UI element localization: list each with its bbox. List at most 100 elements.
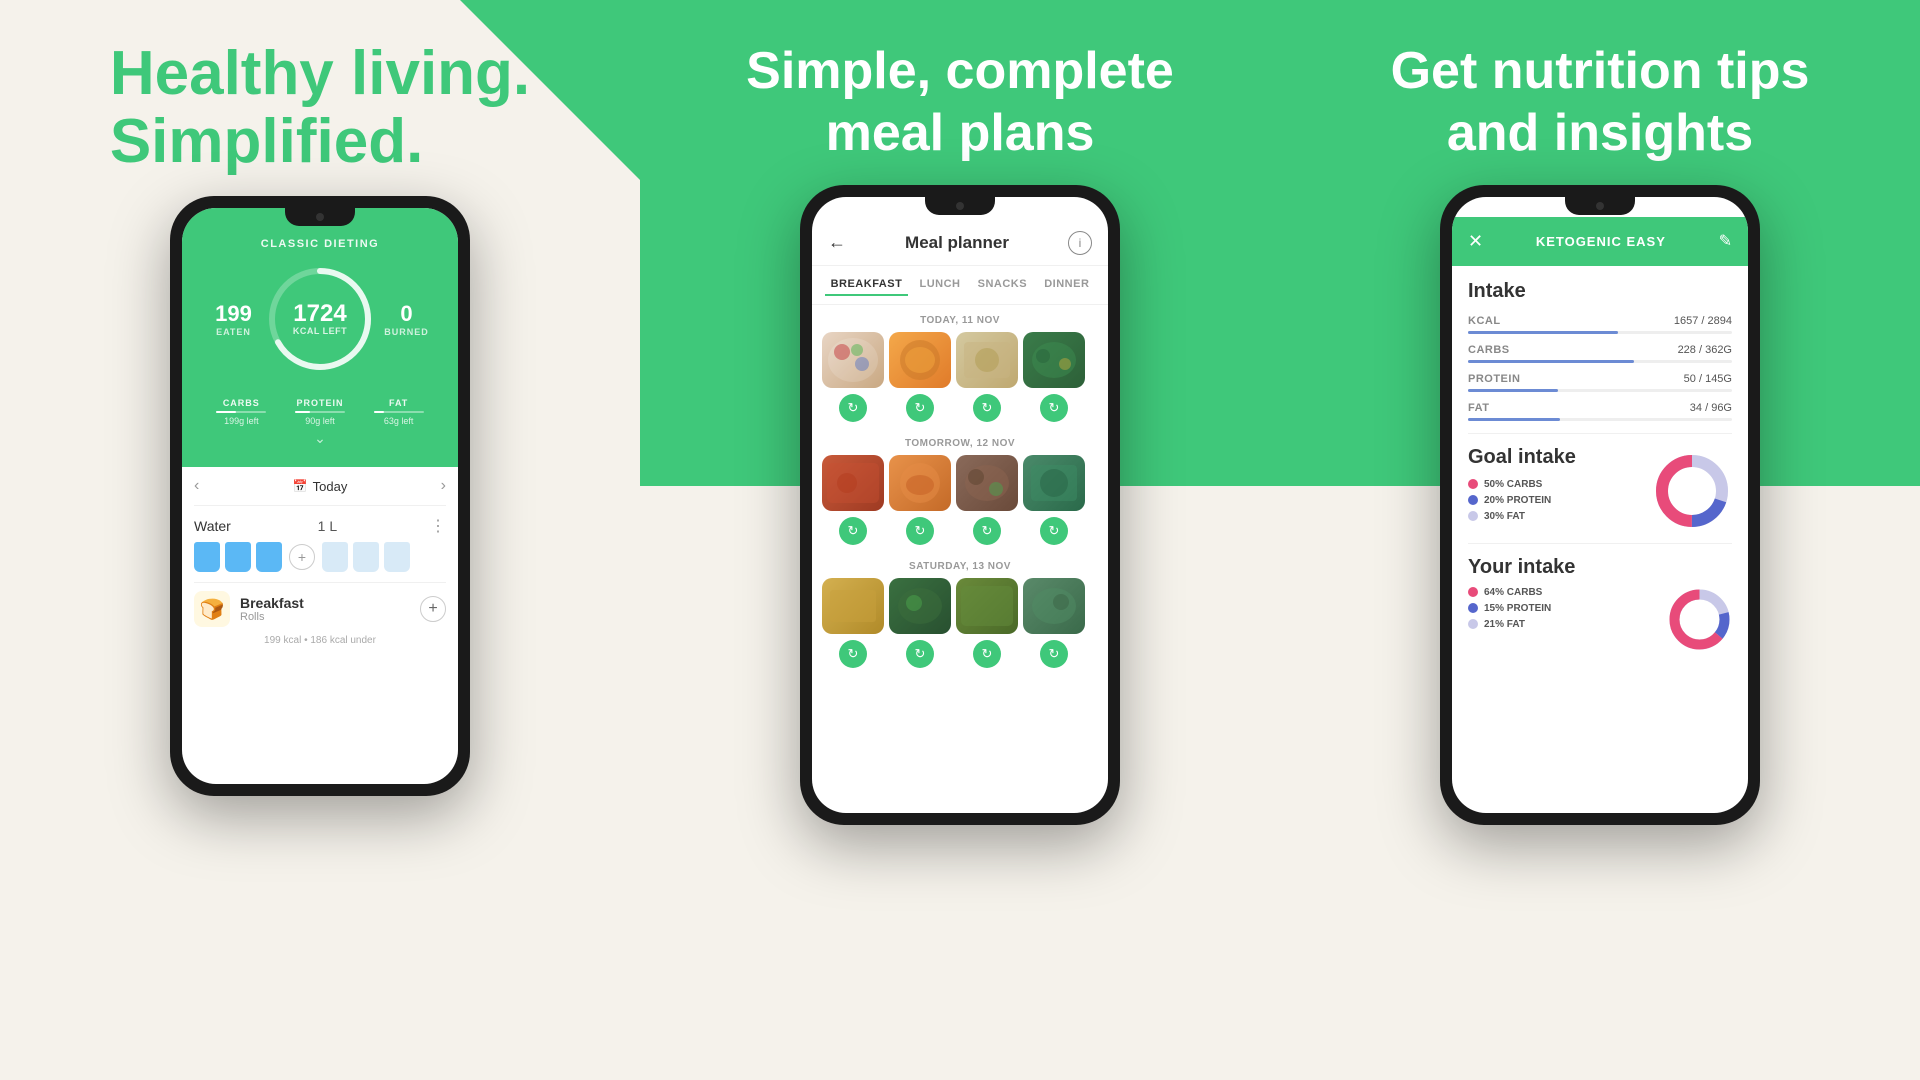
goal-carbs-dot bbox=[1468, 479, 1478, 489]
meal-thumb-10 bbox=[889, 578, 951, 634]
goal-donut-chart bbox=[1652, 451, 1732, 531]
macro-fat-name: FAT bbox=[374, 398, 424, 408]
goal-carbs-label: 50% CARBS bbox=[1484, 479, 1542, 490]
goal-section: Goal intake 50% CARBS 20% PROTEIN bbox=[1468, 446, 1732, 531]
day1-refresh: ↻ ↻ ↻ ↻ bbox=[822, 394, 1098, 422]
kcal-left-val: 1724 bbox=[293, 302, 347, 326]
panel-2: Simple, complete meal plans ← Meal plann… bbox=[640, 0, 1280, 1080]
water-cups: + bbox=[194, 542, 446, 582]
day3-label: SATURDAY, 13 NOV bbox=[822, 551, 1098, 578]
refresh-btn-4[interactable]: ↻ bbox=[1023, 394, 1085, 422]
breakfast-left: 🍞 Breakfast Rolls bbox=[194, 591, 304, 627]
meal-thumb-7 bbox=[956, 455, 1018, 511]
refresh-btn-5[interactable]: ↻ bbox=[822, 517, 884, 545]
meal-thumb-1 bbox=[822, 332, 884, 388]
water-cup-6[interactable] bbox=[384, 542, 410, 572]
close-icon[interactable]: ✕ bbox=[1468, 231, 1483, 252]
your-carbs-legend: 64% CARBS bbox=[1468, 587, 1667, 598]
refresh-btn-9[interactable]: ↻ bbox=[822, 640, 884, 668]
burned-label: BURNED bbox=[375, 327, 438, 337]
phone-screen-3: ✕ KETOGENIC EASY ✎ Intake KCAL 1657 / 28… bbox=[1452, 197, 1748, 813]
refresh-btn-1[interactable]: ↻ bbox=[822, 394, 884, 422]
date-nav[interactable]: ‹ 📅 Today › bbox=[194, 467, 446, 506]
panel-1: Healthy living. Simplified. CLASSIC DIET… bbox=[0, 0, 640, 1080]
goal-protein-legend: 20% PROTEIN bbox=[1468, 495, 1652, 506]
fat-bar-fill bbox=[1468, 418, 1560, 421]
day2-label: TOMORROW, 12 NOV bbox=[822, 428, 1098, 455]
tab-dinner[interactable]: DINNER bbox=[1038, 274, 1095, 296]
refresh-icon-2: ↻ bbox=[906, 394, 934, 422]
water-add-button[interactable]: + bbox=[289, 544, 315, 570]
meal-thumb-12 bbox=[1023, 578, 1085, 634]
prev-day-arrow[interactable]: ‹ bbox=[194, 477, 199, 495]
water-cup-3[interactable] bbox=[256, 542, 282, 572]
your-carbs-label: 64% CARBS bbox=[1484, 587, 1542, 598]
next-day-arrow[interactable]: › bbox=[441, 477, 446, 495]
notch-dot-2 bbox=[956, 202, 964, 210]
divider-2 bbox=[1468, 543, 1732, 544]
intake-legend: 64% CARBS 15% PROTEIN 21% FAT bbox=[1468, 587, 1667, 635]
goal-fat-legend: 30% FAT bbox=[1468, 511, 1652, 522]
kcal-bar-row: KCAL 1657 / 2894 bbox=[1468, 315, 1732, 334]
intake-bottom: 64% CARBS 15% PROTEIN 21% FAT bbox=[1468, 587, 1732, 652]
macros-row: CARBS 199g left PROTEIN 90g left FAT bbox=[202, 390, 438, 426]
screen1: CLASSIC DIETING 199 EATEN bbox=[182, 208, 458, 652]
panel-2-title: Simple, complete meal plans bbox=[746, 40, 1174, 165]
protein-label: PROTEIN bbox=[1468, 373, 1520, 385]
carbs-bar-bg bbox=[1468, 360, 1732, 363]
divider-1 bbox=[1468, 433, 1732, 434]
your-protein-legend: 15% PROTEIN bbox=[1468, 603, 1667, 614]
day1-meals bbox=[822, 332, 1098, 388]
panel-2-heading: Simple, complete meal plans bbox=[746, 40, 1174, 165]
protein-bar-fill bbox=[1468, 389, 1558, 392]
notch-dot-1 bbox=[316, 213, 324, 221]
panel-3: Get nutrition tips and insights ✕ KETOGE… bbox=[1280, 0, 1920, 1080]
protein-bar-row: PROTEIN 50 / 145G bbox=[1468, 373, 1732, 392]
breakfast-add-button[interactable]: + bbox=[420, 596, 446, 622]
phone-1: CLASSIC DIETING 199 EATEN bbox=[170, 196, 470, 796]
meal-thumb-3 bbox=[956, 332, 1018, 388]
water-cup-5[interactable] bbox=[353, 542, 379, 572]
refresh-btn-6[interactable]: ↻ bbox=[889, 517, 951, 545]
kcal-circle: 1724 KCAL LEFT bbox=[265, 264, 375, 374]
meal-thumb-6 bbox=[889, 455, 951, 511]
tab-snacks[interactable]: SNACKS bbox=[972, 274, 1033, 296]
refresh-btn-10[interactable]: ↻ bbox=[889, 640, 951, 668]
goal-title: Goal intake bbox=[1468, 446, 1652, 469]
tab-breakfast[interactable]: BREAKFAST bbox=[825, 274, 909, 296]
back-arrow-icon[interactable]: ← bbox=[828, 232, 846, 253]
edit-icon[interactable]: ✎ bbox=[1719, 231, 1732, 251]
macro-protein: PROTEIN 90g left bbox=[295, 398, 345, 426]
water-cup-1[interactable] bbox=[194, 542, 220, 572]
refresh-icon-1: ↻ bbox=[839, 394, 867, 422]
water-cup-2[interactable] bbox=[225, 542, 251, 572]
phone-notch-1 bbox=[285, 208, 355, 226]
protein-values: 50 / 145G bbox=[1684, 373, 1732, 385]
screen3-header: ✕ KETOGENIC EASY ✎ bbox=[1452, 217, 1748, 266]
carbs-values: 228 / 362G bbox=[1678, 344, 1732, 356]
refresh-btn-8[interactable]: ↻ bbox=[1023, 517, 1085, 545]
screen2: ← Meal planner i BREAKFAST LUNCH SNACKS … bbox=[812, 197, 1108, 674]
your-intake-section: Your intake 64% CARBS 15% PRO bbox=[1468, 556, 1732, 652]
kcal-info: 199 kcal • 186 kcal under bbox=[194, 635, 446, 652]
phone-notch-3 bbox=[1565, 197, 1635, 215]
refresh-btn-3[interactable]: ↻ bbox=[956, 394, 1018, 422]
refresh-btn-7[interactable]: ↻ bbox=[956, 517, 1018, 545]
tab-lunch[interactable]: LUNCH bbox=[913, 274, 966, 296]
water-cup-4[interactable] bbox=[322, 542, 348, 572]
refresh-btn-12[interactable]: ↻ bbox=[1023, 640, 1085, 668]
meal-thumb-11 bbox=[956, 578, 1018, 634]
screen2-header: ← Meal planner i bbox=[812, 217, 1108, 266]
panel-1-heading: Healthy living. Simplified. bbox=[50, 40, 590, 176]
breakfast-row: 🍞 Breakfast Rolls + bbox=[194, 582, 446, 635]
refresh-btn-11[interactable]: ↻ bbox=[956, 640, 1018, 668]
carbs-label: CARBS bbox=[1468, 344, 1510, 356]
kcal-label: KCAL bbox=[1468, 315, 1501, 327]
refresh-btn-2[interactable]: ↻ bbox=[889, 394, 951, 422]
screen1-top: CLASSIC DIETING 199 EATEN bbox=[182, 208, 458, 467]
plan-label: CLASSIC DIETING bbox=[202, 238, 438, 250]
water-menu-icon[interactable]: ⋮ bbox=[430, 516, 446, 536]
carbs-bar-fill bbox=[1468, 360, 1634, 363]
eaten-val: 199 bbox=[202, 301, 265, 327]
info-icon[interactable]: i bbox=[1068, 231, 1092, 255]
